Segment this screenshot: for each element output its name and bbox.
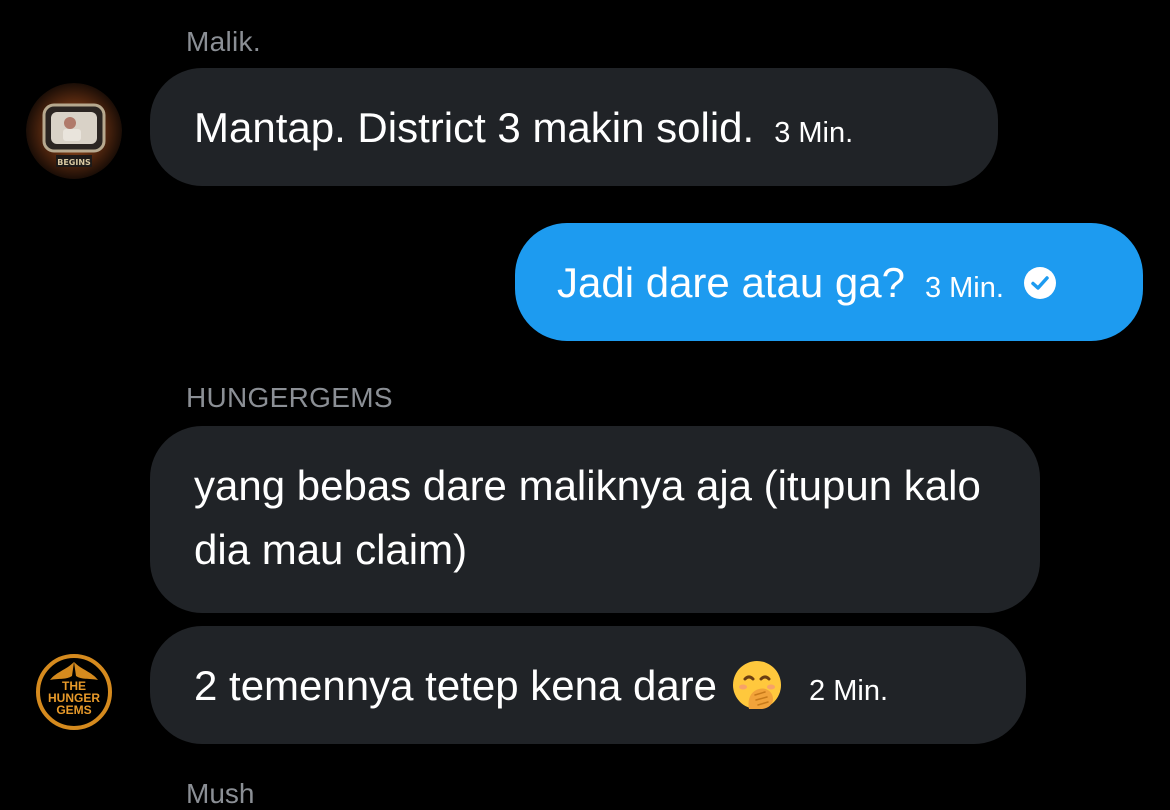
sender-name-hungergems: HUNGERGEMS xyxy=(186,382,393,413)
hunger-gems-mockingjay-avatar-icon[interactable]: THE HUNGER GEMS xyxy=(26,642,122,738)
hunger-games-begins-avatar-icon[interactable]: BEGINS xyxy=(26,83,122,179)
message-timestamp: 3 Min. xyxy=(774,117,854,149)
message-bubble-incoming[interactable]: Mantap. District 3 makin solid. 3 Min. xyxy=(150,68,998,186)
sender-name-next: Mush xyxy=(186,778,255,809)
message-text: yang bebas dare maliknya aja (itupun kal… xyxy=(194,462,981,573)
svg-text:BEGINS: BEGINS xyxy=(57,158,91,167)
message-timestamp: 2 Min. xyxy=(809,675,889,707)
sender-name-malik: Malik. xyxy=(186,26,261,57)
avatar-logo-text: THE HUNGER GEMS xyxy=(47,679,100,717)
message-bubble-outgoing[interactable]: Jadi dare atau ga? 3 Min. xyxy=(515,223,1143,341)
message-text: Mantap. District 3 makin solid. xyxy=(194,104,755,151)
check-circle-icon xyxy=(1023,266,1056,299)
message-bubble-incoming[interactable]: yang bebas dare maliknya aja (itupun kal… xyxy=(150,426,1040,613)
message-text: Jadi dare atau ga? xyxy=(557,259,905,306)
message-text: 2 temennya tetep kena dare xyxy=(194,662,718,709)
message-timestamp: 3 Min. xyxy=(924,272,1004,304)
face-with-hand-over-mouth-icon xyxy=(731,659,783,711)
message-bubble-incoming[interactable]: 2 temennya tetep kena dare 2 Min. xyxy=(150,626,1026,744)
